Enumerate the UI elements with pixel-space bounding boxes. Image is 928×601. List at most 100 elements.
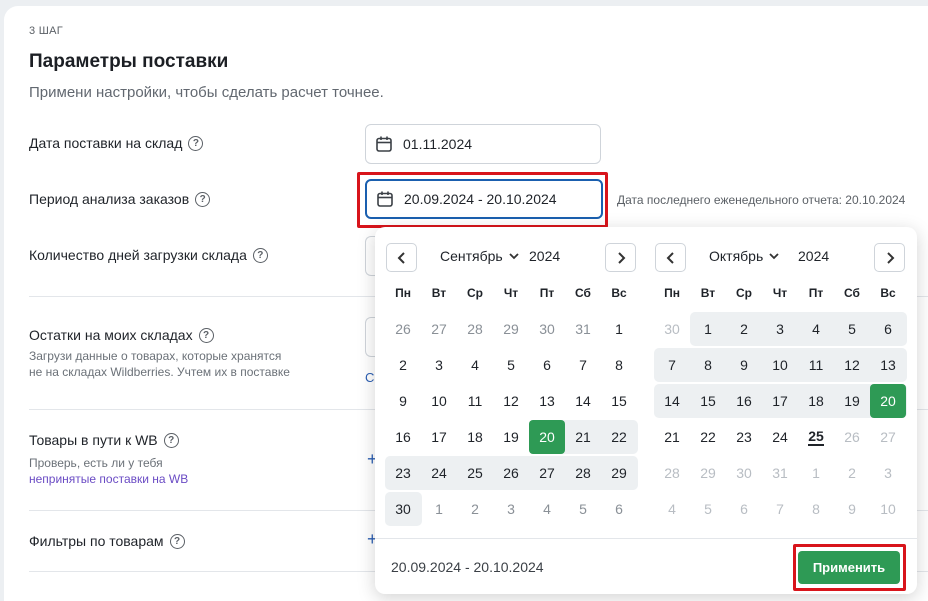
calendar-day[interactable]: 5 — [565, 492, 601, 526]
calendar-day[interactable]: 9 — [385, 384, 421, 418]
calendar-day[interactable]: 27 — [870, 420, 906, 454]
calendar-day[interactable]: 1 — [690, 312, 726, 346]
calendar-day[interactable]: 1 — [798, 456, 834, 490]
right-month-select[interactable]: Октябрь — [709, 248, 779, 264]
calendar-day[interactable]: 30 — [529, 312, 565, 346]
calendar-day[interactable]: 28 — [565, 456, 601, 490]
left-year[interactable]: 2024 — [529, 248, 560, 264]
calendar-day[interactable]: 19 — [834, 384, 870, 418]
stock-upload-link[interactable]: С — [365, 370, 374, 385]
calendar-day[interactable]: 7 — [565, 348, 601, 382]
calendar-day[interactable]: 20 — [870, 384, 906, 418]
calendar-day[interactable]: 23 — [726, 420, 762, 454]
calendar-day[interactable]: 18 — [457, 420, 493, 454]
calendar-day[interactable]: 3 — [762, 312, 798, 346]
calendar-day[interactable]: 7 — [762, 492, 798, 526]
calendar-day[interactable]: 7 — [654, 348, 690, 382]
calendar-day[interactable]: 9 — [834, 492, 870, 526]
calendar-day[interactable]: 4 — [654, 492, 690, 526]
calendar-day[interactable]: 6 — [601, 492, 637, 526]
next-month-button[interactable] — [874, 243, 905, 272]
calendar-day[interactable]: 24 — [762, 420, 798, 454]
calendar-day[interactable]: 3 — [421, 348, 457, 382]
calendar-day[interactable]: 17 — [421, 420, 457, 454]
calendar-day[interactable]: 14 — [565, 384, 601, 418]
calendar-day[interactable]: 10 — [870, 492, 906, 526]
calendar-day[interactable]: 1 — [421, 492, 457, 526]
calendar-day[interactable]: 6 — [870, 312, 906, 346]
calendar-day[interactable]: 8 — [798, 492, 834, 526]
calendar-day[interactable]: 31 — [565, 312, 601, 346]
calendar-day[interactable]: 12 — [834, 348, 870, 382]
calendar-day[interactable]: 13 — [870, 348, 906, 382]
right-year[interactable]: 2024 — [798, 248, 829, 264]
calendar-day[interactable]: 8 — [690, 348, 726, 382]
calendar-day[interactable]: 31 — [762, 456, 798, 490]
calendar-day[interactable]: 27 — [421, 312, 457, 346]
calendar-day[interactable]: 13 — [529, 384, 565, 418]
calendar-day[interactable]: 2 — [726, 312, 762, 346]
calendar-day[interactable]: 30 — [385, 492, 421, 526]
calendar-day[interactable]: 30 — [654, 312, 690, 346]
help-icon[interactable]: ? — [198, 327, 214, 343]
calendar-day[interactable]: 5 — [834, 312, 870, 346]
calendar-day[interactable]: 4 — [798, 312, 834, 346]
calendar-day[interactable]: 30 — [726, 456, 762, 490]
calendar-day[interactable]: 27 — [529, 456, 565, 490]
help-icon[interactable]: ? — [169, 533, 185, 549]
calendar-day[interactable]: 17 — [762, 384, 798, 418]
calendar-day[interactable]: 18 — [798, 384, 834, 418]
calendar-day[interactable]: 21 — [565, 420, 601, 454]
calendar-day[interactable]: 4 — [457, 348, 493, 382]
calendar-day[interactable]: 11 — [457, 384, 493, 418]
calendar-day[interactable]: 2 — [385, 348, 421, 382]
prev-month-button[interactable] — [655, 243, 686, 272]
calendar-day[interactable]: 29 — [493, 312, 529, 346]
calendar-day[interactable]: 26 — [834, 420, 870, 454]
next-month-button[interactable] — [605, 243, 636, 272]
calendar-day[interactable]: 14 — [654, 384, 690, 418]
calendar-day[interactable]: 5 — [690, 492, 726, 526]
calendar-day[interactable]: 2 — [834, 456, 870, 490]
calendar-day[interactable]: 24 — [421, 456, 457, 490]
prev-month-button[interactable] — [386, 243, 417, 272]
calendar-day[interactable]: 29 — [601, 456, 637, 490]
calendar-day[interactable]: 6 — [726, 492, 762, 526]
help-icon[interactable]: ? — [163, 432, 179, 448]
calendar-day[interactable]: 10 — [762, 348, 798, 382]
delivery-date-field[interactable]: 01.11.2024 — [365, 124, 601, 164]
calendar-day[interactable]: 23 — [385, 456, 421, 490]
calendar-day[interactable]: 28 — [457, 312, 493, 346]
help-icon[interactable]: ? — [195, 191, 211, 207]
calendar-day[interactable]: 29 — [690, 456, 726, 490]
calendar-day[interactable]: 5 — [493, 348, 529, 382]
calendar-day[interactable]: 6 — [529, 348, 565, 382]
help-icon[interactable]: ? — [188, 135, 204, 151]
calendar-day[interactable]: 28 — [654, 456, 690, 490]
unaccepted-supplies-link[interactable]: непринятые поставки на WB — [29, 472, 188, 486]
calendar-day[interactable]: 3 — [870, 456, 906, 490]
period-field[interactable]: 20.09.2024 - 20.10.2024 — [365, 179, 603, 219]
calendar-day[interactable]: 19 — [493, 420, 529, 454]
calendar-day[interactable]: 3 — [493, 492, 529, 526]
calendar-day[interactable]: 22 — [601, 420, 637, 454]
calendar-day[interactable]: 15 — [690, 384, 726, 418]
calendar-day[interactable]: 9 — [726, 348, 762, 382]
calendar-day[interactable]: 15 — [601, 384, 637, 418]
calendar-day[interactable]: 11 — [798, 348, 834, 382]
calendar-day[interactable]: 25 — [798, 420, 834, 454]
calendar-day[interactable]: 1 — [601, 312, 637, 346]
calendar-day[interactable]: 21 — [654, 420, 690, 454]
calendar-day[interactable]: 25 — [457, 456, 493, 490]
left-month-select[interactable]: Сентябрь — [440, 248, 519, 264]
calendar-day[interactable]: 26 — [385, 312, 421, 346]
apply-button[interactable]: Применить — [798, 551, 900, 584]
calendar-day[interactable]: 26 — [493, 456, 529, 490]
help-icon[interactable]: ? — [252, 247, 268, 263]
calendar-day[interactable]: 8 — [601, 348, 637, 382]
calendar-day[interactable]: 22 — [690, 420, 726, 454]
calendar-day[interactable]: 16 — [726, 384, 762, 418]
calendar-day[interactable]: 16 — [385, 420, 421, 454]
calendar-day[interactable]: 4 — [529, 492, 565, 526]
calendar-day[interactable]: 20 — [529, 420, 565, 454]
